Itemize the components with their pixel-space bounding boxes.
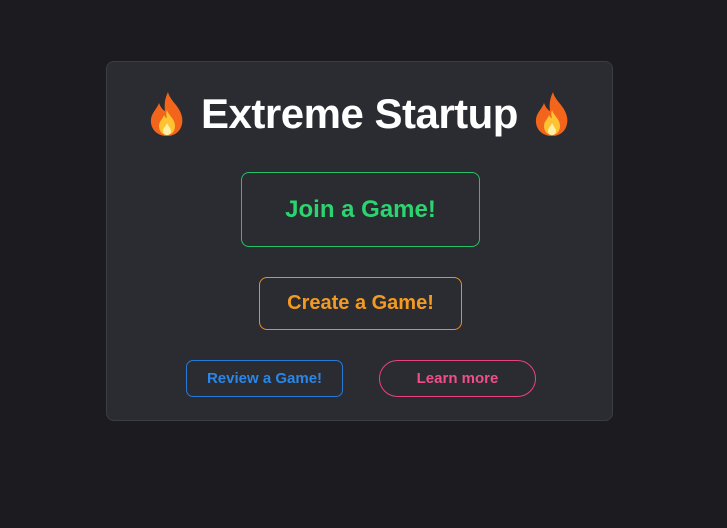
title-text: Extreme Startup: [201, 90, 518, 137]
review-game-button[interactable]: Review a Game!: [186, 360, 343, 397]
page-title: Extreme Startup: [107, 88, 612, 140]
create-game-button[interactable]: Create a Game!: [259, 277, 462, 330]
home-card: Extreme Startup Join a Game! Create a Ga…: [106, 61, 613, 421]
fire-icon: [532, 90, 572, 138]
learn-more-button[interactable]: Learn more: [379, 360, 536, 397]
fire-icon: [147, 90, 187, 138]
join-game-button[interactable]: Join a Game!: [241, 172, 480, 247]
